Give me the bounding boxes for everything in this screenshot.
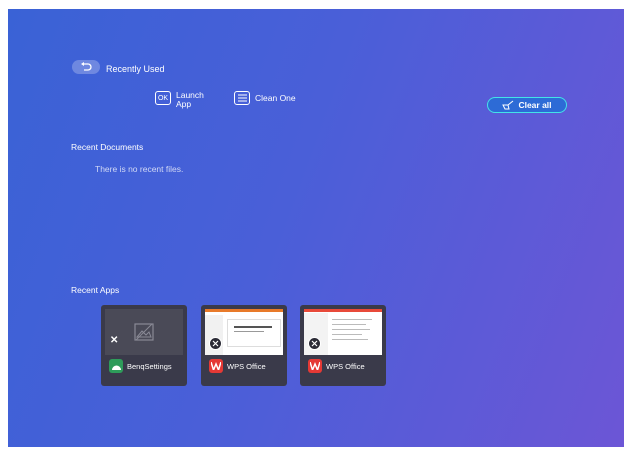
app-card-footer: WPS Office bbox=[308, 359, 365, 373]
app-card-footer: BenqSettings bbox=[109, 359, 172, 373]
recently-used-screen: Recently Used OK Launch App Clean One Cl… bbox=[8, 9, 624, 447]
back-arrow-icon bbox=[81, 62, 92, 71]
hint-clean-one: Clean One bbox=[234, 91, 296, 105]
ok-key-icon: OK bbox=[155, 91, 171, 105]
app-card-footer: WPS Office bbox=[209, 359, 266, 373]
no-recent-files-message: There is no recent files. bbox=[95, 164, 184, 174]
app-name: WPS Office bbox=[227, 361, 266, 371]
page-title: Recently Used bbox=[106, 64, 165, 74]
app-thumbnail bbox=[304, 309, 382, 355]
wps-office-icon bbox=[209, 359, 223, 373]
app-card-benqsettings[interactable]: ✕ BenqSettings bbox=[101, 305, 187, 386]
hint-launch-label: Launch App bbox=[176, 90, 204, 109]
app-card-wps-office-2[interactable]: WPS Office bbox=[300, 305, 386, 386]
wps-office-icon bbox=[308, 359, 322, 373]
recent-documents-title: Recent Documents bbox=[71, 142, 144, 152]
app-name: BenqSettings bbox=[127, 361, 172, 371]
close-icon[interactable] bbox=[308, 337, 321, 350]
app-thumbnail bbox=[205, 309, 283, 355]
app-card-wps-office-1[interactable]: WPS Office bbox=[201, 305, 287, 386]
back-button[interactable] bbox=[72, 60, 100, 74]
clear-all-label: Clear all bbox=[518, 100, 552, 110]
close-icon[interactable]: ✕ bbox=[110, 335, 118, 346]
clear-all-button[interactable]: Clear all bbox=[487, 97, 567, 113]
recent-apps-title: Recent Apps bbox=[71, 285, 120, 295]
broom-icon bbox=[502, 100, 514, 110]
app-name: WPS Office bbox=[326, 361, 365, 371]
close-icon[interactable] bbox=[209, 337, 222, 350]
image-placeholder-icon bbox=[134, 323, 154, 341]
android-icon bbox=[109, 359, 123, 373]
hint-launch-app: OK Launch App bbox=[155, 91, 212, 109]
menu-key-icon bbox=[234, 91, 250, 105]
hint-clean-label: Clean One bbox=[255, 93, 296, 103]
app-thumbnail: ✕ bbox=[105, 309, 183, 355]
